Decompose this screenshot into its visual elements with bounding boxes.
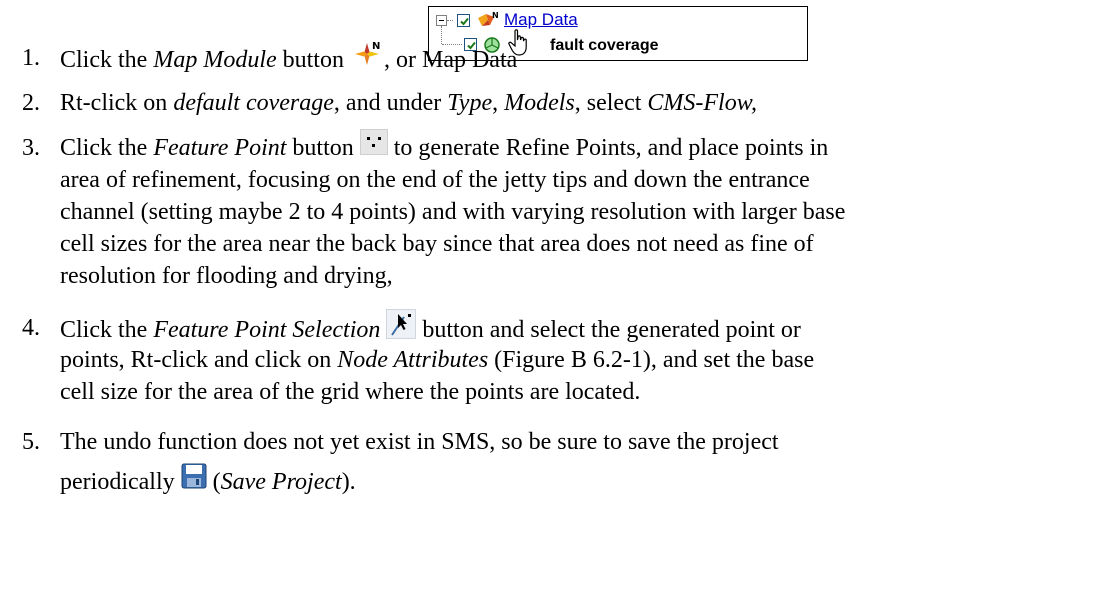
save-project-term: Save Project — [220, 469, 342, 496]
step-number: 2. — [22, 90, 40, 116]
svg-text:N: N — [372, 41, 380, 52]
step-3-line: Click the Feature Point button to genera… — [60, 129, 829, 167]
default-coverage-term: default coverage — [173, 90, 334, 116]
step-number: 3. — [22, 135, 40, 161]
text: ( — [206, 469, 221, 496]
feature-point-selection-icon[interactable] — [386, 309, 417, 348]
node-attributes-term: Node Attributes — [337, 347, 489, 373]
map-data-label[interactable]: Map Data — [504, 10, 578, 30]
step-1-line: Click the Map Module button N , or Map D… — [60, 39, 518, 81]
save-project-icon[interactable] — [181, 463, 207, 498]
map-module-term: Map Module — [153, 47, 277, 74]
feature-point-term: Feature Point — [153, 135, 287, 162]
step-5-line: The undo function does not yet exist in … — [60, 429, 779, 455]
text: Click the — [60, 135, 154, 162]
text: , or Map Data — [383, 47, 518, 74]
step-4-line: points, Rt-click and click on Node Attri… — [60, 344, 814, 376]
map-module-icon[interactable]: N — [350, 39, 384, 78]
text: ). — [341, 469, 356, 496]
step-3-line: cell sizes for the area near the back ba… — [60, 231, 814, 257]
step-number: 1. — [22, 45, 40, 71]
step-number: 5. — [22, 429, 40, 455]
step-5-line: periodically (Save Project). — [60, 463, 356, 501]
step-2-line: Rt-click on default coverage, and under … — [60, 87, 757, 119]
step-3-line: area of refinement, focusing on the end … — [60, 167, 810, 193]
text: , select — [574, 90, 648, 116]
text: , — [492, 90, 505, 116]
text: periodically — [60, 469, 181, 496]
coverage-label[interactable]: fault coverage — [550, 36, 658, 56]
step-3-line: channel (setting maybe 2 to 4 points) an… — [60, 199, 846, 225]
map-data-icon: N — [476, 10, 500, 35]
feature-point-selection-term: Feature Point Selection — [153, 317, 381, 344]
text: to generate Refine Points, and place poi… — [387, 135, 829, 162]
text: button — [276, 47, 350, 74]
text: (Figure B 6.2-1), and set the base — [488, 347, 815, 373]
step-3-line: resolution for flooding and drying, — [60, 263, 393, 289]
text: points, Rt-click and click on — [60, 347, 338, 373]
text: button — [286, 135, 360, 162]
type-term: Type — [447, 90, 493, 116]
step-number: 4. — [22, 315, 40, 341]
step-4-line: cell size for the area of the grid where… — [60, 379, 641, 405]
map-data-checkbox[interactable] — [457, 14, 470, 27]
feature-point-icon[interactable] — [359, 129, 388, 164]
text: Click the — [60, 317, 154, 344]
collapse-toggle[interactable] — [436, 15, 447, 26]
cms-flow-term: CMS-Flow, — [647, 90, 757, 116]
svg-text:N: N — [492, 11, 499, 20]
text: Click the — [60, 47, 154, 74]
models-term: Models — [504, 90, 575, 116]
text: , and under — [333, 90, 448, 116]
tree-connector — [447, 20, 453, 21]
text: button and select the generated point or — [416, 317, 801, 344]
text: Rt-click on — [60, 90, 174, 116]
